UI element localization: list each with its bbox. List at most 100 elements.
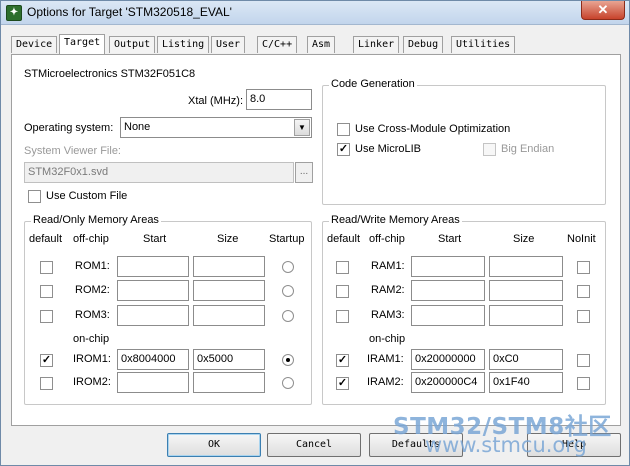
rom-header-start: Start	[143, 233, 167, 245]
iram1-noinit-checkbox[interactable]	[577, 354, 590, 367]
tab-device[interactable]: Device	[11, 36, 58, 53]
microlib-checkbox[interactable]: ✓	[337, 143, 350, 156]
rom-onchip-label: on-chip	[73, 333, 110, 345]
ram2-start-input[interactable]	[411, 280, 485, 301]
irom1-size-input[interactable]: 0x5000	[193, 349, 265, 370]
code-generation-title: Code Generation	[329, 78, 417, 90]
irom1-startup-radio[interactable]	[282, 354, 294, 366]
tab-debug[interactable]: Debug	[403, 36, 444, 53]
chevron-down-icon[interactable]: ▼	[294, 119, 310, 136]
tab-strip: Device Target Output Listing User C/C++ …	[11, 34, 621, 54]
irom2-label: IROM2:	[73, 376, 111, 388]
os-select-value: None	[124, 121, 151, 133]
ram2-label: RAM2:	[371, 284, 405, 296]
tab-linker[interactable]: Linker	[353, 36, 400, 53]
ram-header-default: default	[327, 233, 361, 245]
help-button[interactable]: Help	[527, 433, 621, 457]
iram1-default-checkbox[interactable]: ✓	[336, 354, 349, 367]
xtal-label: Xtal (MHz):	[188, 95, 243, 107]
rom3-label: ROM3:	[75, 309, 110, 321]
window-title: Options for Target 'STM320518_EVAL'	[27, 5, 232, 19]
rom1-size-input[interactable]	[193, 256, 265, 277]
close-button[interactable]: ✕	[581, 1, 625, 20]
ram1-noinit-checkbox[interactable]	[577, 261, 590, 274]
rom3-size-input[interactable]	[193, 305, 265, 326]
rom2-startup-radio[interactable]	[282, 285, 294, 297]
rom-header-offchip: off-chip	[73, 233, 109, 245]
keil-app-icon: ✦	[6, 5, 22, 21]
iram2-default-checkbox[interactable]: ✓	[336, 377, 349, 390]
xtal-input[interactable]: 8.0	[246, 89, 312, 110]
use-custom-file-label: Use Custom File	[46, 190, 128, 202]
rom1-label: ROM1:	[75, 260, 110, 272]
tab-listing[interactable]: Listing	[157, 36, 210, 53]
ok-button[interactable]: OK	[167, 433, 261, 457]
rom3-start-input[interactable]	[117, 305, 189, 326]
defaults-button[interactable]: Defaults	[369, 433, 463, 457]
tab-utilities[interactable]: Utilities	[451, 36, 516, 53]
tab-user[interactable]: User	[211, 36, 246, 53]
rom-group-title: Read/Only Memory Areas	[31, 214, 161, 226]
radio-selected-dot	[286, 358, 290, 362]
rom-header-default: default	[29, 233, 63, 245]
ram1-label: RAM1:	[371, 260, 405, 272]
os-select[interactable]: None ▼	[120, 117, 312, 138]
iram2-size-input[interactable]: 0x1F40	[489, 372, 563, 393]
tab-target[interactable]: Target	[59, 34, 106, 54]
cancel-button[interactable]: Cancel	[267, 433, 361, 457]
ram1-size-input[interactable]	[489, 256, 563, 277]
rom-header-size: Size	[217, 233, 239, 245]
rom1-startup-radio[interactable]	[282, 261, 294, 273]
rom1-default-checkbox[interactable]	[40, 261, 53, 274]
microlib-label: Use MicroLIB	[355, 143, 422, 155]
ram3-size-input[interactable]	[489, 305, 563, 326]
title-bar[interactable]: ✦ Options for Target 'STM320518_EVAL' ✕	[1, 1, 629, 25]
svd-input[interactable]: STM32F0x1.svd	[24, 162, 294, 183]
rom2-start-input[interactable]	[117, 280, 189, 301]
ram2-size-input[interactable]	[489, 280, 563, 301]
tab-output[interactable]: Output	[109, 36, 156, 53]
irom1-default-checkbox[interactable]: ✓	[40, 354, 53, 367]
options-dialog: ✦ Options for Target 'STM320518_EVAL' ✕ …	[0, 0, 630, 466]
ram2-default-checkbox[interactable]	[336, 285, 349, 298]
iram1-size-input[interactable]: 0xC0	[489, 349, 563, 370]
ram1-start-input[interactable]	[411, 256, 485, 277]
ram-onchip-label: on-chip	[369, 333, 406, 345]
rom-header-startup: Startup	[269, 233, 305, 245]
ram-header-size: Size	[513, 233, 535, 245]
tab-asm[interactable]: Asm	[307, 36, 336, 53]
os-label: Operating system:	[24, 122, 114, 134]
rom2-size-input[interactable]	[193, 280, 265, 301]
rom1-start-input[interactable]	[117, 256, 189, 277]
cross-module-checkbox[interactable]	[337, 123, 350, 136]
ram3-label: RAM3:	[371, 309, 405, 321]
irom2-start-input[interactable]	[117, 372, 189, 393]
ram2-noinit-checkbox[interactable]	[577, 285, 590, 298]
rom2-default-checkbox[interactable]	[40, 285, 53, 298]
ram-group: Read/Write Memory Areas default off-chip…	[322, 214, 606, 405]
iram1-start-input[interactable]: 0x20000000	[411, 349, 485, 370]
iram2-noinit-checkbox[interactable]	[577, 377, 590, 390]
big-endian-checkbox[interactable]	[483, 143, 496, 156]
ram1-default-checkbox[interactable]	[336, 261, 349, 274]
irom2-default-checkbox[interactable]	[40, 377, 53, 390]
irom2-size-input[interactable]	[193, 372, 265, 393]
iram1-label: IRAM1:	[367, 353, 404, 365]
rom-group: Read/Only Memory Areas default off-chip …	[24, 214, 312, 405]
code-generation-group: Code Generation Use Cross-Module Optimiz…	[322, 78, 606, 205]
ram3-noinit-checkbox[interactable]	[577, 310, 590, 323]
rom3-startup-radio[interactable]	[282, 310, 294, 322]
device-name: STMicroelectronics STM32F051C8	[24, 68, 196, 80]
rom3-default-checkbox[interactable]	[40, 310, 53, 323]
use-custom-file-checkbox[interactable]	[28, 190, 41, 203]
check-icon: ✓	[337, 377, 348, 389]
iram2-label: IRAM2:	[367, 376, 404, 388]
ram3-start-input[interactable]	[411, 305, 485, 326]
iram2-start-input[interactable]: 0x200000C4	[411, 372, 485, 393]
svd-browse-button[interactable]: ...	[295, 162, 313, 183]
irom2-startup-radio[interactable]	[282, 377, 294, 389]
irom1-start-input[interactable]: 0x8004000	[117, 349, 189, 370]
ram3-default-checkbox[interactable]	[336, 310, 349, 323]
check-icon: ✓	[41, 354, 52, 366]
tab-c-cpp[interactable]: C/C++	[257, 36, 298, 53]
